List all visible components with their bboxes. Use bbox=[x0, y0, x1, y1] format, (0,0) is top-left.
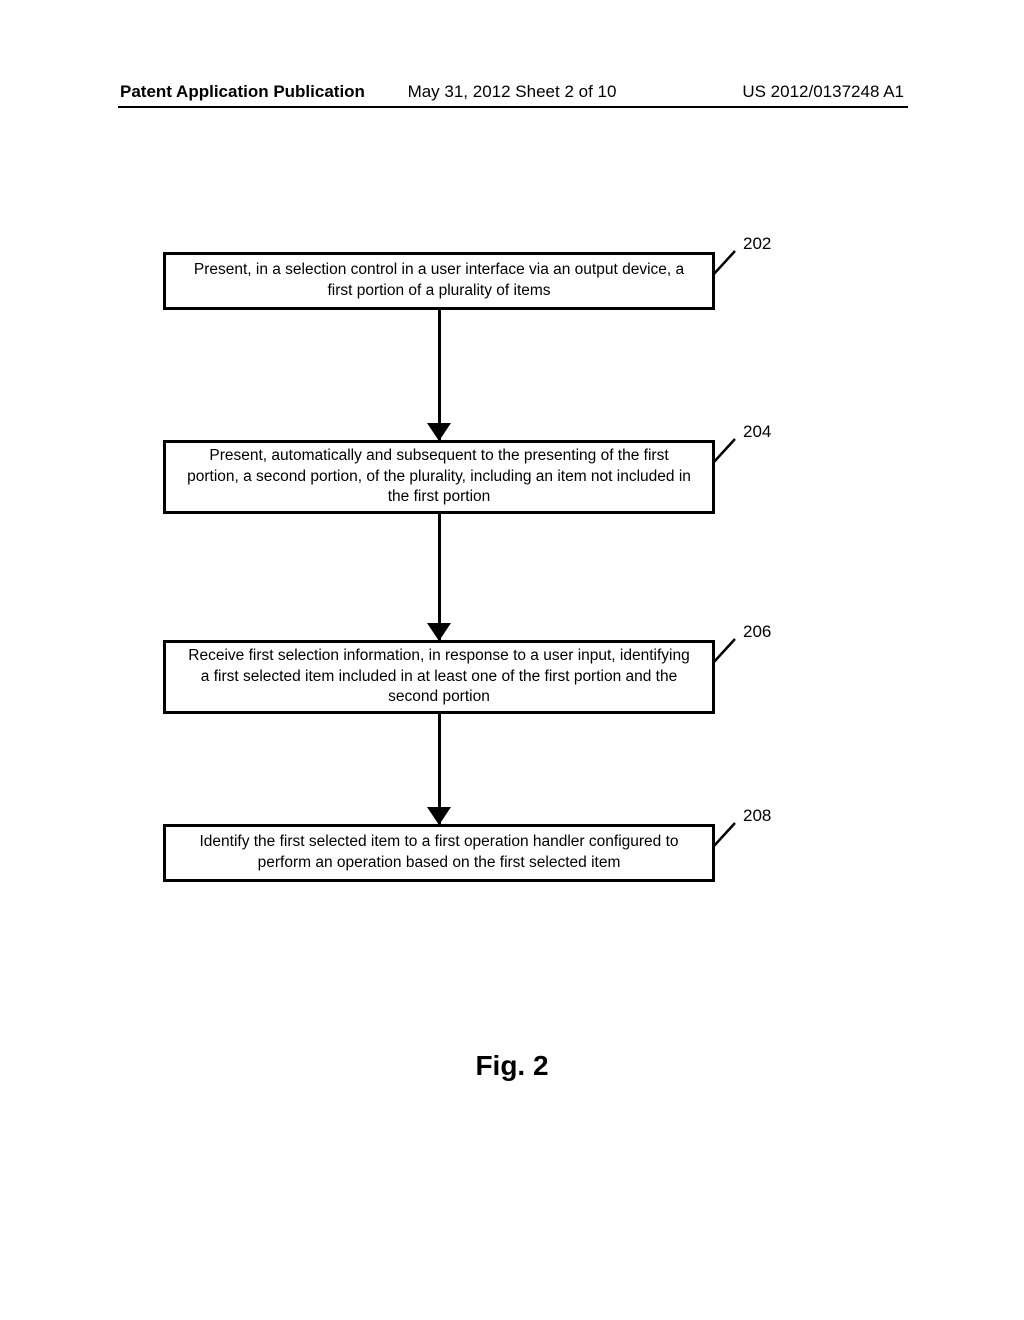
reference-numeral: 206 bbox=[743, 622, 771, 642]
header-publication: Patent Application Publication bbox=[120, 82, 365, 102]
flow-arrow bbox=[163, 310, 715, 440]
reference-numeral: 208 bbox=[743, 806, 771, 826]
ref-connector-icon bbox=[711, 247, 741, 277]
ref-connector-icon bbox=[711, 819, 741, 849]
flow-step-text: Present, automatically and subsequent to… bbox=[182, 446, 696, 509]
ref-connector-icon bbox=[711, 435, 741, 465]
flow-step-208: Identify the first selected item to a fi… bbox=[163, 824, 715, 882]
reference-numeral: 202 bbox=[743, 234, 771, 254]
flow-step-206: Receive first selection information, in … bbox=[163, 640, 715, 714]
figure-caption: Fig. 2 bbox=[475, 1050, 548, 1082]
flow-step-text: Identify the first selected item to a fi… bbox=[182, 832, 696, 874]
reference-numeral: 204 bbox=[743, 422, 771, 442]
ref-connector-icon bbox=[711, 635, 741, 665]
flowchart-diagram: Present, in a selection control in a use… bbox=[163, 252, 863, 882]
flow-step-text: Present, in a selection control in a use… bbox=[182, 260, 696, 302]
flow-arrow bbox=[163, 514, 715, 640]
header-pub-number: US 2012/0137248 A1 bbox=[742, 82, 904, 102]
page-header: Patent Application Publication May 31, 2… bbox=[0, 82, 1024, 102]
flow-step-202: Present, in a selection control in a use… bbox=[163, 252, 715, 310]
flow-arrow bbox=[163, 714, 715, 824]
flow-step-204: Present, automatically and subsequent to… bbox=[163, 440, 715, 514]
header-date-sheet: May 31, 2012 Sheet 2 of 10 bbox=[408, 82, 617, 102]
header-divider bbox=[118, 106, 908, 108]
flow-step-text: Receive first selection information, in … bbox=[182, 646, 696, 709]
